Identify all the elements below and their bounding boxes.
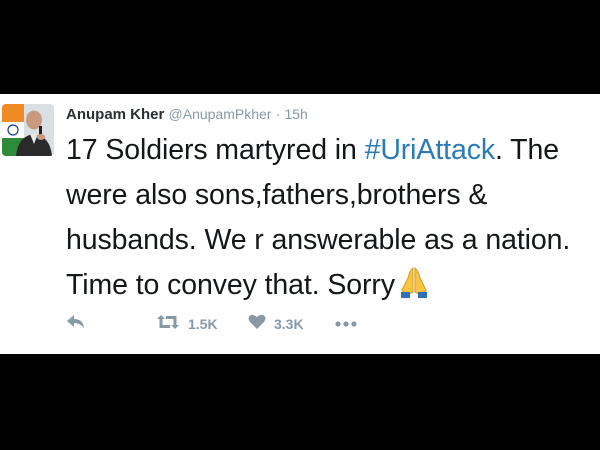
more-button[interactable] (334, 310, 358, 338)
tweet-timestamp[interactable]: 15h (284, 106, 307, 122)
retweet-count: 1.5K (188, 316, 218, 332)
reply-button[interactable] (66, 310, 86, 338)
like-count: 3.3K (274, 316, 304, 332)
hashtag-link[interactable]: #UriAttack (365, 134, 496, 166)
tweet-header: Anupam Kher @AnupamPkher · 15h (66, 104, 308, 125)
tweet-actions: 1.5K 3.3K (66, 310, 486, 338)
heart-icon (248, 314, 266, 335)
header-separator: · (275, 106, 281, 122)
tweet-text-before: 17 Soldiers martyred in (66, 134, 365, 166)
tweet-text: 17 Soldiers martyred in #UriAttack. The … (66, 128, 596, 314)
like-button[interactable]: 3.3K (248, 310, 304, 338)
retweet-button[interactable]: 1.5K (156, 310, 218, 338)
retweet-icon (156, 314, 180, 335)
author-handle[interactable]: @AnupamPkher (169, 106, 272, 122)
reply-icon (66, 314, 86, 335)
author-name[interactable]: Anupam Kher (66, 106, 164, 123)
folded-hands-emoji (396, 264, 432, 314)
avatar[interactable] (2, 104, 54, 156)
more-icon (334, 315, 358, 333)
